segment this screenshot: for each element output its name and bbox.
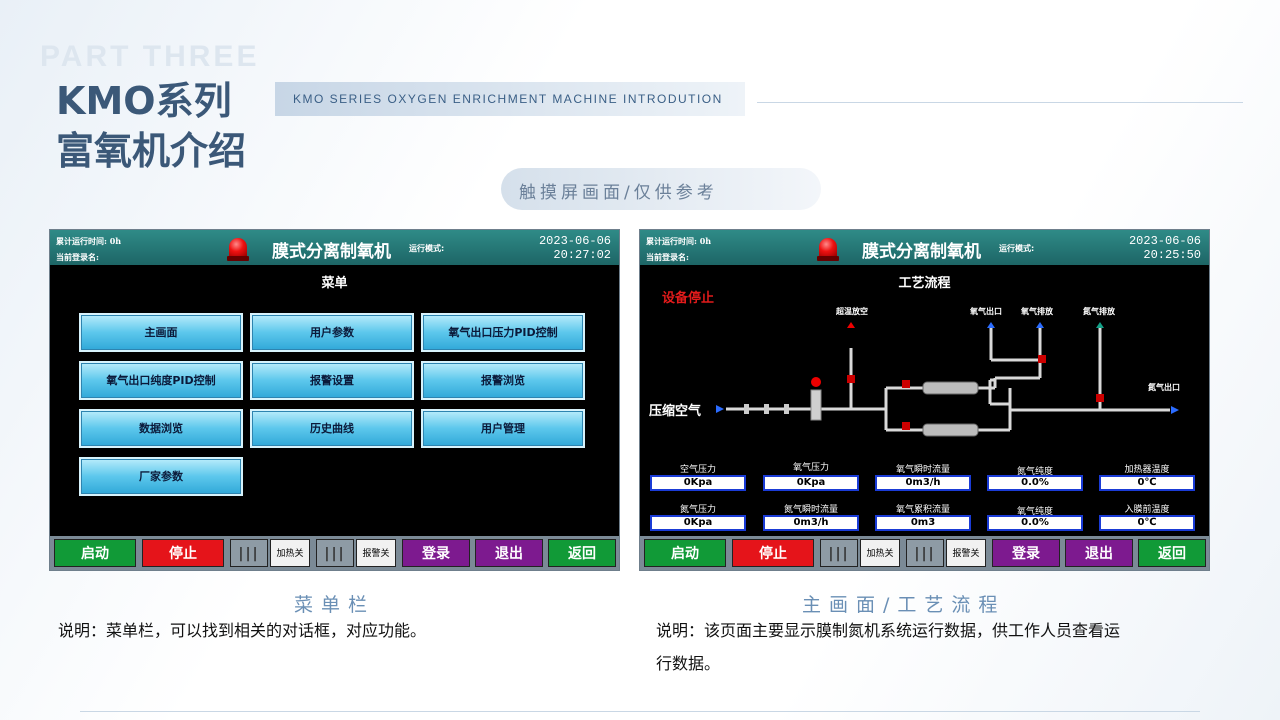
time: 20:27:02 [553, 248, 611, 262]
run-mode-label: 运行模式: [409, 244, 445, 253]
heater-off-toggle[interactable]: 加热关 [860, 539, 900, 567]
back-button[interactable]: 返回 [548, 539, 616, 567]
hmi-header: 累计运行时间: 0h 当前登录名: 膜式分离制氧机 运行模式: 2023-06-… [640, 230, 1209, 265]
time: 20:25:50 [1143, 248, 1201, 262]
heater-toggle-grip[interactable]: ||| [230, 539, 268, 567]
membrane-temp-label: 入膜前温度 [1124, 505, 1170, 515]
run-time-label: 累计运行时间: 0h [56, 236, 122, 246]
o2-vent-label: 氧气排放 [1021, 307, 1053, 316]
process-flow-diagram [716, 322, 1179, 437]
left-description: 说明：菜单栏，可以找到相关的对话框，对应功能。 [58, 621, 427, 640]
subtitle-bar: KMO SERIES OXYGEN ENRICHMENT MACHINE INT… [275, 82, 745, 116]
header-divider [757, 102, 1243, 103]
n2-vent-label: 氮气排放 [1083, 307, 1115, 316]
right-description-line2: 行数据。 [656, 654, 721, 673]
logout-button[interactable]: 退出 [1065, 539, 1133, 567]
menu-data-browse-button[interactable]: 数据浏览 [79, 409, 243, 448]
air-pressure-label: 空气压力 [679, 465, 716, 475]
compressed-air-label: 压缩空气 [649, 404, 702, 419]
hmi-header: 累计运行时间: 0h 当前登录名: 膜式分离制氧机 运行模式: 2023-06-… [50, 230, 619, 265]
left-caption: 菜单栏 [294, 594, 376, 616]
hmi-title: 膜式分离制氧机 [272, 242, 391, 262]
logout-button[interactable]: 退出 [475, 539, 543, 567]
alarm-light-icon [227, 238, 249, 262]
n2-flow-value: 0m3/h [763, 515, 859, 531]
n2-pressure-value: 0Kpa [650, 515, 746, 531]
stop-button[interactable]: 停止 [732, 539, 814, 567]
run-time-label: 累计运行时间: 0h [646, 236, 712, 246]
tank-indicator-icon [811, 377, 821, 387]
o2-purity-value: 0.0% [987, 515, 1083, 531]
device-status: 设备停止 [662, 291, 715, 306]
o2-total-flow-label: 氧气累积流量 [895, 505, 950, 515]
menu-user-params-button[interactable]: 用户参数 [250, 313, 414, 352]
slide-title-line1: KMO系列 [56, 79, 232, 123]
heater-off-toggle[interactable]: 加热关 [270, 539, 310, 567]
menu-alarm-browse-button[interactable]: 报警浏览 [421, 361, 585, 400]
alarm-toggle-grip[interactable]: ||| [906, 539, 944, 567]
hmi-process-screen: 累计运行时间: 0h 当前登录名: 膜式分离制氧机 运行模式: 2023-06-… [639, 229, 1210, 571]
n2-purity-value: 0.0% [987, 475, 1083, 491]
footer-divider [80, 711, 1200, 712]
menu-history-curve-button[interactable]: 历史曲线 [250, 409, 414, 448]
date: 2023-06-06 [1128, 234, 1201, 248]
filter-tank [810, 389, 822, 421]
heater-temp-label: 加热器温度 [1124, 465, 1170, 475]
o2-pressure-label: 氧气压力 [792, 463, 829, 473]
stop-button[interactable]: 停止 [142, 539, 224, 567]
membrane-temp-value: 0℃ [1099, 515, 1195, 531]
start-button[interactable]: 启动 [54, 539, 136, 567]
o2-outlet-label: 氧气出口 [970, 307, 1002, 316]
air-pressure-value: 0Kpa [650, 475, 746, 491]
alarm-off-toggle[interactable]: 报警关 [356, 539, 396, 567]
alarm-light-icon [817, 238, 839, 262]
right-description-line1: 说明：该页面主要显示膜制氮机系统运行数据，供工作人员查看运 [656, 621, 1121, 640]
process-title: 工艺流程 [898, 276, 951, 291]
back-button[interactable]: 返回 [1138, 539, 1206, 567]
login-button[interactable]: 登录 [402, 539, 470, 567]
menu-o2-pressure-pid-button[interactable]: 氧气出口压力PID控制 [421, 313, 585, 352]
datetime: 2023-06-06 20:25:50 [1129, 234, 1201, 262]
o2-flow-value: 0m3/h [875, 475, 971, 491]
menu-user-management-button[interactable]: 用户管理 [421, 409, 585, 448]
slide-title-line2: 富氧机介绍 [56, 129, 247, 173]
hmi-bottom-bar: 启动 停止 ||| 加热关 ||| 报警关 登录 退出 返回 [640, 536, 1209, 570]
hmi-bottom-bar: 启动 停止 ||| 加热关 ||| 报警关 登录 退出 返回 [50, 536, 619, 570]
alarm-toggle-grip[interactable]: ||| [316, 539, 354, 567]
start-button[interactable]: 启动 [644, 539, 726, 567]
alarm-off-toggle[interactable]: 报警关 [946, 539, 986, 567]
n2-outlet-label: 氮气出口 [1148, 383, 1180, 392]
date: 2023-06-06 [538, 234, 611, 248]
menu-main-screen-button[interactable]: 主画面 [79, 313, 243, 352]
right-caption: 主画面/工艺流程 [802, 594, 1006, 616]
part-background-text: PART THREE [40, 40, 260, 73]
hmi-title: 膜式分离制氧机 [862, 242, 981, 262]
o2-pressure-value: 0Kpa [763, 475, 859, 491]
heater-temp-value: 0℃ [1099, 475, 1195, 491]
overtemp-vent-label: 超温放空 [836, 307, 868, 316]
datetime: 2023-06-06 20:27:02 [539, 234, 611, 262]
o2-flow-label: 氧气瞬时流量 [895, 465, 950, 475]
login-user-label: 当前登录名: [646, 252, 689, 262]
n2-flow-label: 氮气瞬时流量 [783, 505, 838, 515]
hmi-menu-screen: 累计运行时间: 0h 当前登录名: 膜式分离制氧机 运行模式: 2023-06-… [49, 229, 620, 571]
reference-pill: 触摸屏画面/仅供参考 [501, 168, 821, 210]
menu-alarm-settings-button[interactable]: 报警设置 [250, 361, 414, 400]
o2-total-flow-value: 0m3 [875, 515, 971, 531]
heater-toggle-grip[interactable]: ||| [820, 539, 858, 567]
run-mode-label: 运行模式: [999, 244, 1035, 253]
menu-title: 菜单 [321, 276, 348, 291]
login-user-label: 当前登录名: [56, 252, 99, 262]
menu-o2-purity-pid-button[interactable]: 氧气出口纯度PID控制 [79, 361, 243, 400]
n2-pressure-label: 氮气压力 [679, 505, 716, 515]
login-button[interactable]: 登录 [992, 539, 1060, 567]
menu-factory-params-button[interactable]: 厂家参数 [79, 457, 243, 496]
